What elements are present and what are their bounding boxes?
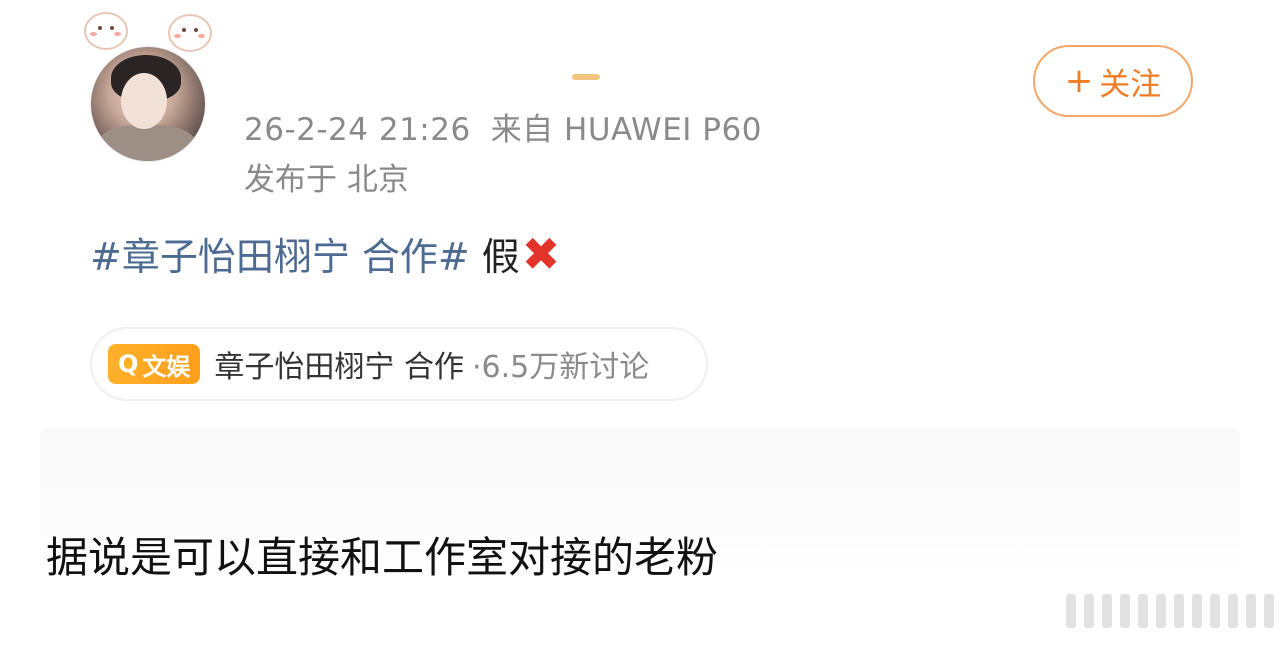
topic-badge-label: 文娱 — [142, 352, 191, 381]
follow-button[interactable]: + 关注 — [1033, 45, 1193, 117]
decoration-mark — [572, 74, 600, 80]
user-avatar-group[interactable] — [84, 12, 214, 162]
post-content: #章子怡田栩宁 合作# 假 ✖ — [90, 226, 560, 281]
post-source: 来自 HUAWEI P60 — [490, 112, 762, 148]
cat-sticker-icon — [168, 14, 212, 52]
weibo-post-card: 26-2-24 21:26 来自 HUAWEI P60 发布于 北京 + 关注 #… — [0, 0, 1284, 646]
topic-discussion-count: ·6.5万新讨论 — [471, 350, 650, 385]
post-time: 26-2-24 21:26 — [244, 112, 471, 148]
topic-card[interactable]: Q 文娱 章子怡田栩宁 合作 ·6.5万新讨论 — [90, 327, 708, 401]
post-text: 假 — [481, 235, 520, 279]
follow-label: 关注 — [1099, 66, 1162, 103]
cross-mark-icon: ✖ — [521, 226, 561, 281]
plus-icon: + — [1064, 61, 1094, 101]
cat-sticker-icon — [84, 12, 128, 50]
post-location: 发布于 北京 — [244, 162, 409, 198]
hashtag-link[interactable]: #章子怡田栩宁 合作# — [90, 226, 470, 281]
search-icon: Q — [118, 350, 139, 378]
post-meta: 26-2-24 21:26 来自 HUAWEI P60 — [244, 104, 762, 149]
topic-title: 章子怡田栩宁 合作 — [214, 350, 464, 385]
topic-badge: Q 文娱 — [108, 344, 201, 384]
watermark-bars — [1066, 594, 1274, 628]
avatar[interactable] — [90, 46, 206, 162]
caption-text: 据说是可以直接和工作室对接的老粉 — [46, 533, 719, 582]
